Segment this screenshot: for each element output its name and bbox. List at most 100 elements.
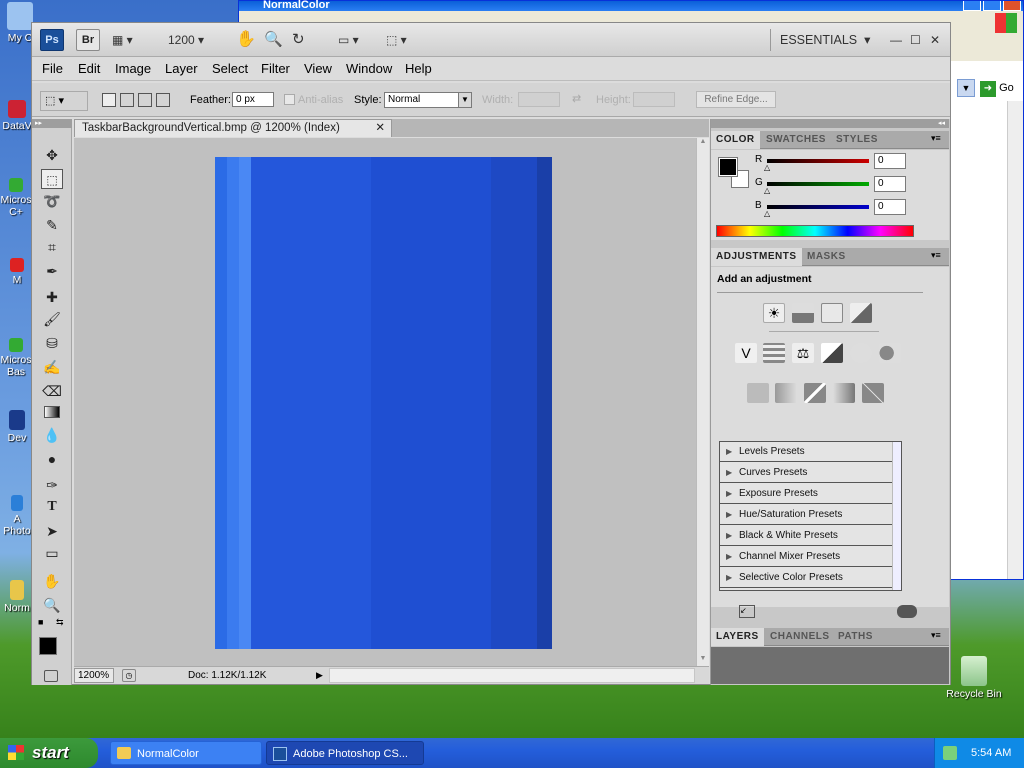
preset-item[interactable]: Hue/Saturation Presets bbox=[720, 505, 892, 525]
clip-to-layer-icon[interactable] bbox=[897, 605, 917, 618]
status-expand-arrow[interactable]: ▶ bbox=[316, 667, 323, 684]
intersect-selection-icon[interactable] bbox=[156, 93, 170, 107]
height-input[interactable] bbox=[633, 92, 675, 107]
blue-slider-thumb[interactable]: △ bbox=[764, 209, 770, 218]
tab-swatches[interactable]: SWATCHES bbox=[761, 131, 831, 149]
menu-filter[interactable]: Filter bbox=[261, 61, 290, 76]
close-tab-icon[interactable]: ✕ bbox=[375, 120, 385, 137]
status-menu-icon[interactable]: ◷ bbox=[122, 669, 136, 682]
workspace-switcher[interactable]: ESSENTIALS ▾ bbox=[780, 29, 870, 51]
zoom-level-dropdown[interactable]: 1200 ▾ bbox=[168, 29, 212, 51]
scroll-up-arrow[interactable]: ▲ bbox=[697, 138, 709, 150]
network-icon[interactable] bbox=[943, 746, 957, 760]
menu-edit[interactable]: Edit bbox=[78, 61, 100, 76]
horizontal-scrollbar[interactable] bbox=[329, 668, 695, 683]
zoom-tool-icon[interactable]: 🔍 bbox=[41, 595, 63, 615]
crop-tool-icon[interactable]: ⌗ bbox=[41, 237, 63, 257]
zoom-level-field[interactable]: 1200% bbox=[74, 668, 114, 683]
dodge-tool-icon[interactable]: ● bbox=[41, 449, 63, 469]
maximize-button[interactable]: ☐ bbox=[910, 29, 921, 51]
lasso-tool-icon[interactable]: ➰ bbox=[41, 191, 63, 211]
toolbox-header[interactable]: ▸▸ bbox=[32, 119, 72, 128]
quick-mask-icon[interactable] bbox=[44, 670, 58, 682]
panel-menu-icon[interactable]: ▾≡ bbox=[931, 133, 941, 144]
green-slider[interactable] bbox=[767, 182, 869, 186]
zoom-tool-icon[interactable]: 🔍 bbox=[264, 29, 283, 51]
bridge-button[interactable]: Br bbox=[76, 29, 100, 51]
curves-icon[interactable] bbox=[821, 303, 843, 323]
preset-item[interactable]: Curves Presets bbox=[720, 463, 892, 483]
posterize-icon[interactable] bbox=[775, 383, 797, 403]
invert-icon[interactable] bbox=[747, 383, 769, 403]
desktop-icon-visual-cpp[interactable]: Micros C+ bbox=[0, 178, 32, 218]
maximize-button[interactable] bbox=[983, 1, 1001, 11]
blur-tool-icon[interactable]: 💧 bbox=[41, 425, 63, 445]
desktop-icon-visual-basic[interactable]: Micros Bas bbox=[0, 338, 32, 378]
minimize-button[interactable]: — bbox=[890, 29, 902, 51]
brightness-contrast-icon[interactable]: ☀ bbox=[763, 303, 785, 323]
tab-layers[interactable]: LAYERS bbox=[711, 628, 764, 646]
arrange-documents-dropdown[interactable]: ▭ ▾ bbox=[338, 29, 359, 51]
feather-input[interactable]: 0 px bbox=[232, 92, 274, 107]
tab-color[interactable]: COLOR bbox=[711, 131, 760, 149]
swap-colors-icon[interactable]: ⇆ bbox=[56, 617, 64, 628]
tool-preset-picker[interactable]: ⬚ ▾ bbox=[40, 91, 88, 111]
move-tool-icon[interactable]: ✥ bbox=[41, 145, 63, 165]
scroll-down-arrow[interactable]: ▼ bbox=[697, 655, 709, 662]
photo-filter-icon[interactable] bbox=[850, 343, 872, 363]
selective-color-icon[interactable] bbox=[862, 383, 884, 403]
panel-menu-icon[interactable]: ▾≡ bbox=[931, 250, 941, 261]
start-button[interactable]: start bbox=[0, 738, 98, 768]
pen-tool-icon[interactable]: ✑ bbox=[41, 475, 63, 495]
document-image[interactable] bbox=[215, 157, 552, 649]
screen-mode-dropdown[interactable]: ⬚ ▾ bbox=[386, 29, 407, 51]
view-extras-dropdown[interactable]: ▦ ▾ bbox=[112, 29, 146, 51]
menu-image[interactable]: Image bbox=[115, 61, 151, 76]
hand-tool-icon[interactable]: ✋ bbox=[41, 571, 63, 591]
eraser-tool-icon[interactable]: ⌫ bbox=[41, 381, 63, 401]
default-colors-icon[interactable]: ■ bbox=[38, 617, 43, 627]
vertical-scrollbar[interactable]: ▲ ▼ bbox=[696, 138, 709, 666]
return-to-list-icon[interactable]: ↙ bbox=[739, 605, 755, 618]
menu-help[interactable]: Help bbox=[405, 61, 432, 76]
rotate-view-icon[interactable]: ↻ bbox=[292, 29, 305, 51]
menu-view[interactable]: View bbox=[304, 61, 332, 76]
desktop-icon-datav[interactable]: DataV bbox=[0, 100, 34, 132]
close-button[interactable]: ✕ bbox=[930, 29, 940, 51]
exposure-icon[interactable] bbox=[850, 303, 872, 323]
green-value-input[interactable]: 0 bbox=[874, 176, 906, 192]
clock[interactable]: 5:54 AM bbox=[971, 747, 1011, 759]
anti-alias-checkbox[interactable] bbox=[284, 94, 295, 105]
tab-adjustments[interactable]: ADJUSTMENTS bbox=[711, 248, 802, 266]
panel-dock-header[interactable]: ◂◂ bbox=[711, 119, 949, 128]
tab-paths[interactable]: PATHS bbox=[833, 628, 878, 646]
width-input[interactable] bbox=[518, 92, 560, 107]
preset-item[interactable]: Levels Presets bbox=[720, 442, 892, 462]
marquee-tool-icon[interactable]: ⬚ bbox=[41, 169, 63, 189]
menu-select[interactable]: Select bbox=[212, 61, 248, 76]
desktop-icon-photoshop[interactable]: A Photo bbox=[0, 495, 34, 537]
foreground-color-swatch[interactable] bbox=[39, 637, 57, 655]
new-selection-icon[interactable] bbox=[102, 93, 116, 107]
green-slider-thumb[interactable]: △ bbox=[764, 186, 770, 195]
gradient-map-icon[interactable] bbox=[833, 383, 855, 403]
preset-item[interactable]: Exposure Presets bbox=[720, 484, 892, 504]
threshold-icon[interactable] bbox=[804, 383, 826, 403]
canvas-area[interactable] bbox=[74, 138, 696, 666]
taskbar-item-normalcolor[interactable]: NormalColor bbox=[110, 741, 262, 765]
healing-brush-tool-icon[interactable]: ✚ bbox=[41, 287, 63, 307]
channel-mixer-icon[interactable] bbox=[879, 343, 901, 363]
color-spectrum-bar[interactable] bbox=[716, 225, 914, 237]
desktop-icon-dev[interactable]: Dev bbox=[0, 410, 34, 444]
preset-item[interactable]: Black & White Presets bbox=[720, 526, 892, 546]
photoshop-logo-button[interactable]: Ps bbox=[40, 29, 64, 51]
levels-icon[interactable] bbox=[792, 303, 814, 323]
style-select-arrow[interactable]: ▼ bbox=[458, 92, 472, 108]
brush-tool-icon[interactable]: 🖌 bbox=[41, 309, 63, 329]
red-slider[interactable] bbox=[767, 159, 869, 163]
preset-item[interactable]: Selective Color Presets bbox=[720, 568, 892, 588]
eyedropper-tool-icon[interactable]: ✒ bbox=[41, 261, 63, 281]
presets-scrollbar[interactable] bbox=[892, 442, 901, 590]
right-scrollbar[interactable] bbox=[1007, 101, 1023, 579]
desktop-icon-norm[interactable]: Norm bbox=[0, 580, 34, 614]
